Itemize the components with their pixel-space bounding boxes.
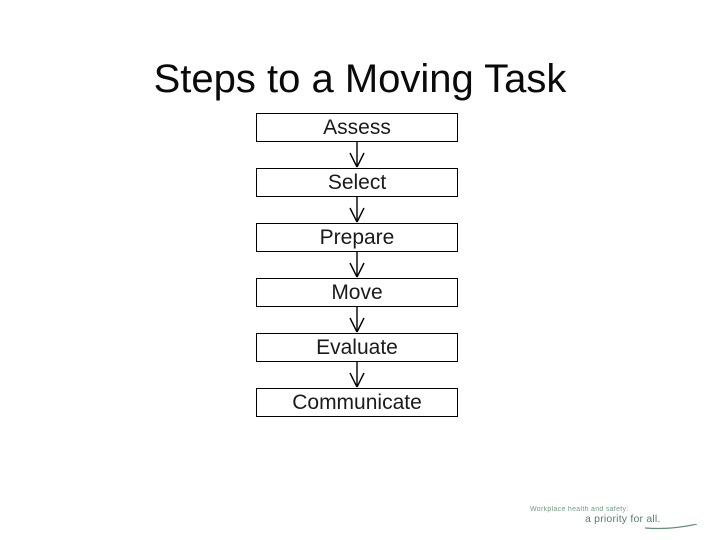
flow-step-move: Move xyxy=(256,278,458,307)
flow-connector-arrow-1 xyxy=(256,142,458,168)
arrow-down-icon xyxy=(347,197,367,223)
slide-canvas: Steps to a Moving Task Assess Select Pre… xyxy=(0,0,720,540)
arrow-down-icon xyxy=(347,142,367,168)
flow-step-select: Select xyxy=(256,168,458,197)
flow-step-label: Evaluate xyxy=(316,336,398,359)
flowchart: Assess Select Prepare Move Evaluate Comm… xyxy=(256,113,458,417)
footer-logo: Workplace health and safety: a priority … xyxy=(527,503,699,533)
flow-step-label: Assess xyxy=(323,116,391,139)
flow-step-label: Select xyxy=(327,171,387,194)
flow-step-label: Prepare xyxy=(319,226,395,249)
flow-step-label: Move xyxy=(331,281,383,304)
flow-step-evaluate: Evaluate xyxy=(256,333,458,362)
flow-connector-arrow-4 xyxy=(256,307,458,333)
page-title: Steps to a Moving Task xyxy=(153,56,567,101)
arrow-down-icon xyxy=(347,252,367,278)
logo-swoosh-icon xyxy=(645,524,697,530)
flow-connector-arrow-5 xyxy=(256,362,458,388)
flow-step-label: Communicate xyxy=(292,391,422,414)
flow-connector-arrow-2 xyxy=(256,197,458,223)
flow-connector-arrow-3 xyxy=(256,252,458,278)
flow-step-prepare: Prepare xyxy=(256,223,458,252)
flow-step-assess: Assess xyxy=(256,113,458,142)
arrow-down-icon xyxy=(347,362,367,388)
arrow-down-icon xyxy=(347,307,367,333)
flow-step-communicate: Communicate xyxy=(256,388,458,417)
